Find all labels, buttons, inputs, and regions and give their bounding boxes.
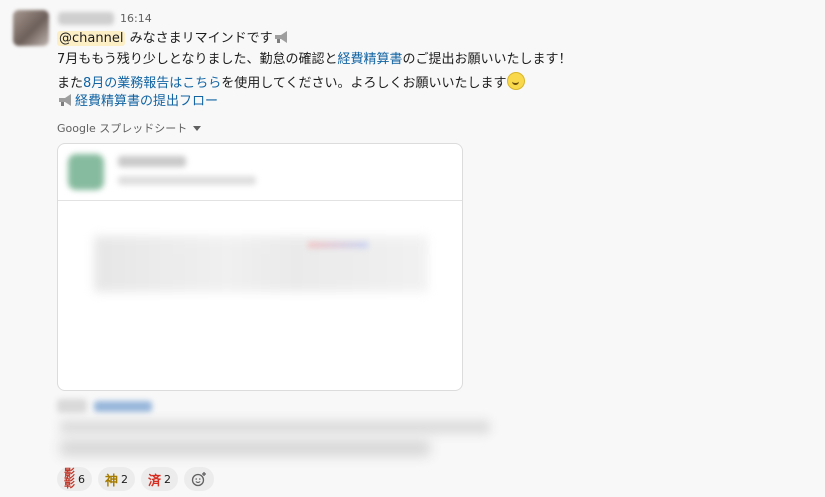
spreadsheet-thumbnail-detail: [308, 242, 368, 248]
spreadsheet-preview-card[interactable]: [57, 143, 463, 391]
message-text: また: [57, 76, 84, 91]
expense-flow-link[interactable]: 経費精算書の提出フロー: [75, 94, 218, 109]
reaction-done[interactable]: 済 2: [141, 467, 179, 491]
message-text: みなさまリマインドです: [125, 31, 273, 46]
god-emoji-icon: 神: [105, 473, 119, 489]
card-subtitle-redacted: [118, 176, 256, 185]
megaphone-icon: [274, 31, 287, 43]
reply-link-redacted[interactable]: [94, 401, 152, 412]
spreadsheet-icon: [68, 154, 104, 190]
message-text: 7月ももう残り少しとなりました、勤怠の確認と: [57, 52, 338, 67]
done-emoji-icon: 済: [148, 473, 162, 489]
approved-emoji-icon: 影彰: [64, 467, 75, 490]
avatar[interactable]: [13, 10, 49, 46]
reaction-count: 2: [121, 472, 129, 486]
reaction-count: 6: [78, 472, 85, 486]
august-report-link[interactable]: 8月の業務報告はこちら: [83, 76, 221, 91]
attachment-source-toggle[interactable]: Google スプレッドシート: [57, 120, 202, 136]
message-line-2: 7月ももう残り少しとなりました、勤怠の確認と経費精算書のご提出お願いいたします！: [57, 51, 572, 69]
message: 16:14 @channel みなさまリマインドです 7月ももう残り少しとなりま…: [0, 0, 825, 497]
megaphone-icon: [59, 94, 71, 106]
message-text: を使用してください。よろしくお願いいたします: [221, 76, 507, 91]
reply-avatar-redacted: [57, 399, 87, 413]
reply-text-redacted: [60, 420, 490, 434]
expense-report-link[interactable]: 経費精算書: [338, 52, 403, 67]
chevron-down-icon: [193, 126, 202, 131]
card-title-redacted: [118, 156, 186, 167]
reaction-approved[interactable]: 影彰 6: [57, 467, 92, 491]
channel-mention[interactable]: @channel: [57, 31, 126, 46]
spreadsheet-thumbnail-redacted: [94, 236, 428, 292]
add-reaction-button[interactable]: [184, 467, 215, 491]
reactions-bar: 影彰 6 神 2 済 2: [57, 467, 215, 491]
card-header: [58, 144, 462, 201]
timestamp[interactable]: 16:14: [120, 12, 152, 25]
source-label: Google スプレッドシート: [57, 122, 188, 135]
message-line-4: 経費精算書の提出フロー: [57, 93, 218, 111]
sender-name-redacted[interactable]: [58, 12, 114, 25]
reaction-count: 2: [164, 472, 172, 486]
message-line-1: @channel みなさまリマインドです: [57, 30, 291, 48]
message-text: のご提出お願いいたします！: [402, 52, 572, 67]
message-line-3: また8月の業務報告はこちらを使用してください。よろしくお願いいたします: [57, 72, 525, 93]
reaction-god[interactable]: 神 2: [98, 467, 136, 491]
add-reaction-icon: [191, 472, 207, 487]
smiling-face-icon: [506, 72, 525, 90]
reply-text-redacted: [60, 440, 430, 456]
